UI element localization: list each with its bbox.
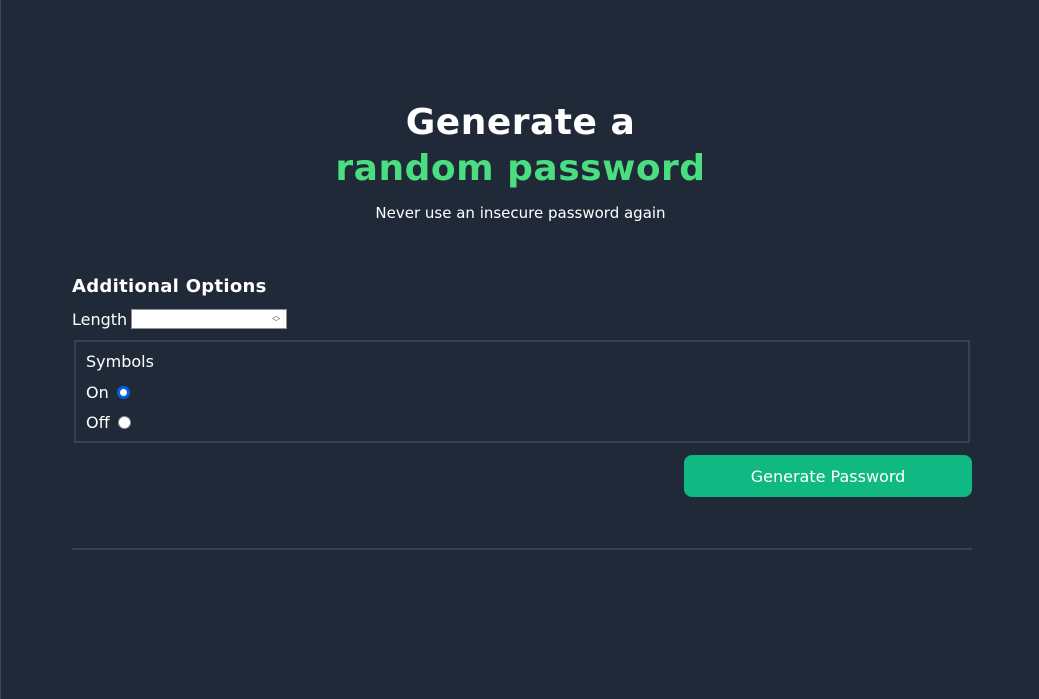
divider — [72, 548, 972, 550]
symbols-on-label[interactable]: On — [86, 383, 109, 402]
title-line-primary: Generate a — [405, 102, 636, 143]
number-spinner-icon[interactable]: ︿ ﹀ — [269, 311, 283, 327]
length-label: Length — [72, 309, 128, 329]
hero-section: Generate a random password Never use an … — [1, 100, 1039, 222]
symbols-off-option[interactable]: Off — [86, 412, 958, 432]
symbols-fieldset: Symbols On Off — [74, 340, 970, 443]
page-subtitle: Never use an insecure password again — [375, 204, 666, 222]
symbols-legend: Symbols — [86, 352, 154, 371]
length-row: Length ︿ ﹀ — [72, 308, 972, 330]
generate-password-button[interactable]: Generate Password — [684, 455, 972, 497]
title-line-accent: random password — [335, 148, 706, 189]
symbols-off-radio[interactable] — [117, 415, 131, 429]
symbols-on-radio[interactable] — [116, 385, 130, 399]
length-input[interactable]: ︿ ﹀ — [131, 309, 288, 329]
options-heading: Additional Options — [72, 276, 267, 297]
page: Generate a random password Never use an … — [0, 0, 1039, 699]
additional-options-section: Additional Options Length ︿ ﹀ Symbols On… — [72, 276, 972, 443]
symbols-off-label[interactable]: Off — [86, 413, 110, 432]
symbols-on-option[interactable]: On — [86, 382, 958, 402]
page-title: Generate a random password — [1, 100, 1039, 192]
spinner-down-icon[interactable]: ﹀ — [272, 319, 280, 327]
